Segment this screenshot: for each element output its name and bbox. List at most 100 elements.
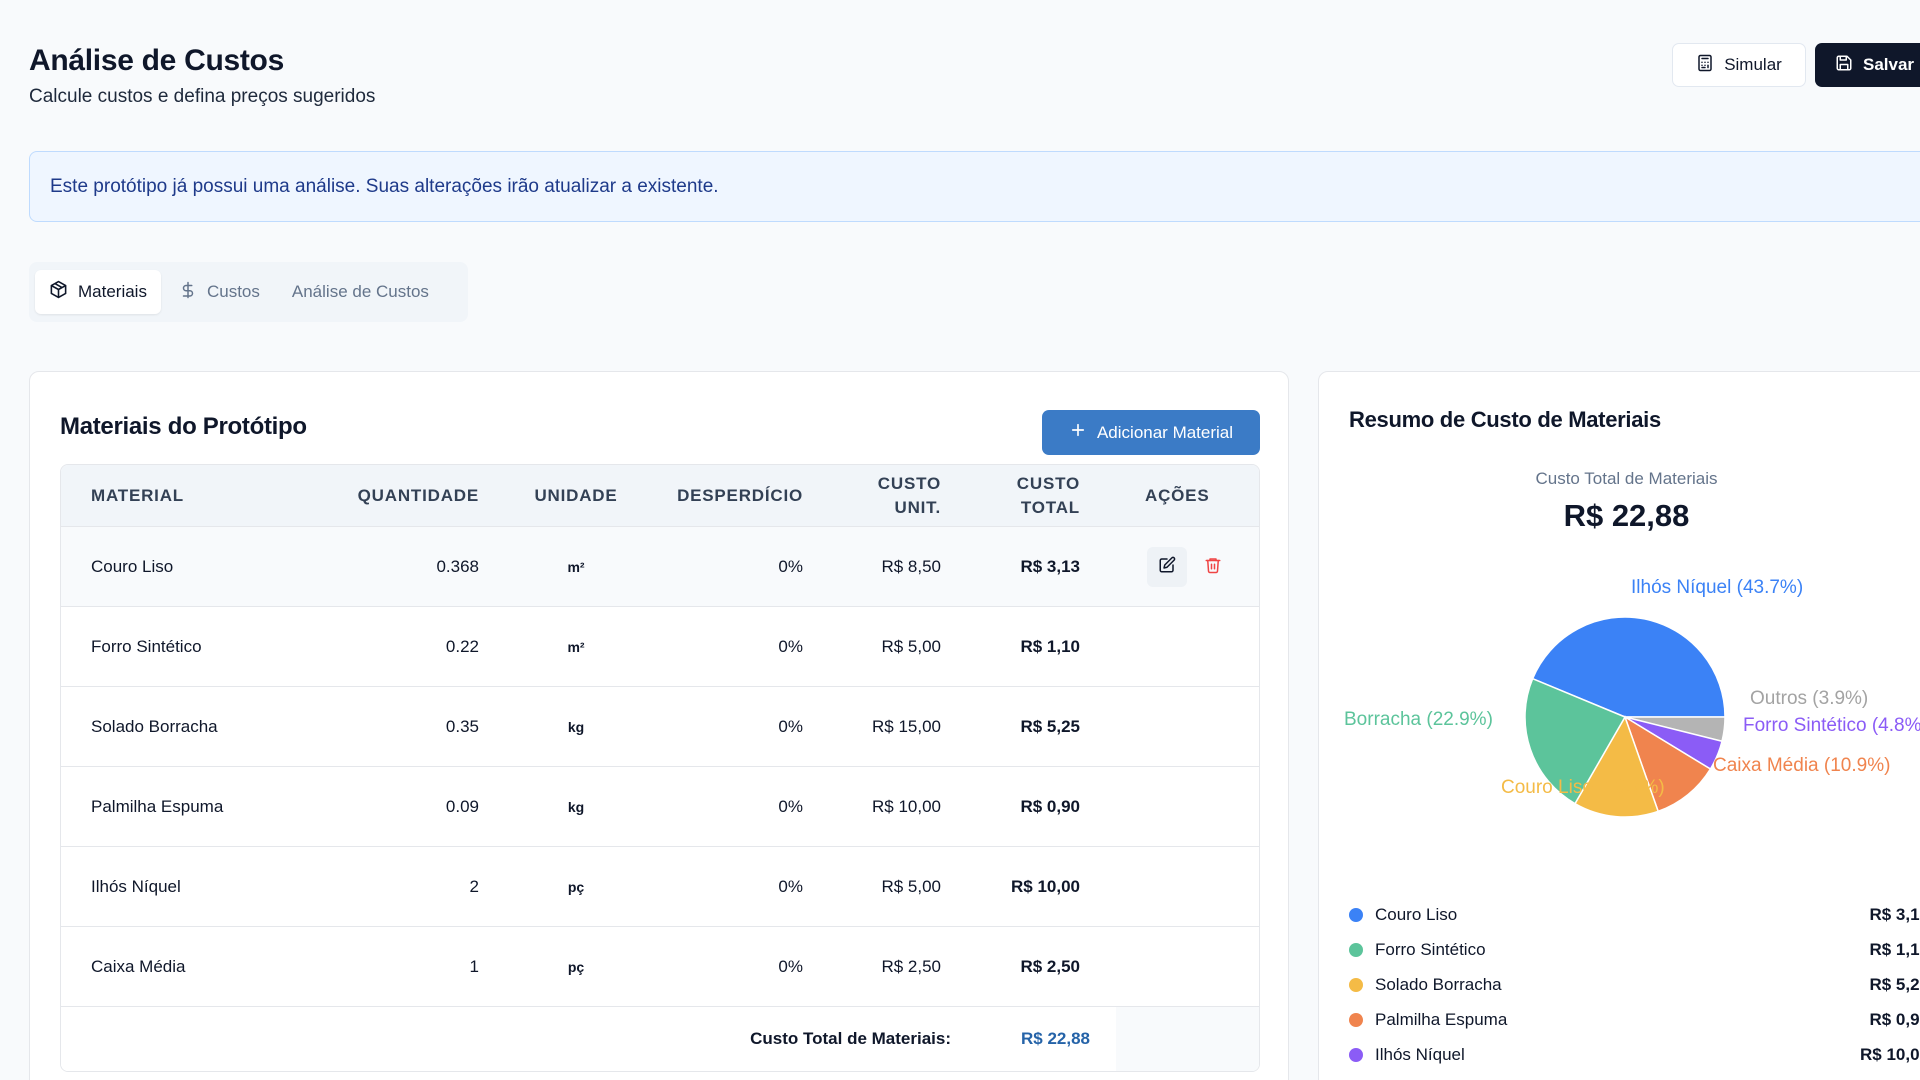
chart-legend: Couro Liso R$ 3,13 Forro Sintético R$ 1,10 S… [1349,897,1920,1080]
legend-dot [1349,1012,1363,1027]
col-total-cost: CUSTO TOTAL [961,465,1080,527]
legend-value: R$ 1,10 [1869,939,1920,959]
col-total-cost-line1: CUSTO [1016,474,1080,493]
cell-material: Caixa Média [91,957,186,976]
cell-total: R$ 5,25 [1020,717,1080,736]
simulate-button[interactable]: Simular [1672,43,1806,87]
dollar-icon [179,281,197,304]
materials-table: MATERIAL QUANTIDADE UNIDADE DESPERDÍCIO … [60,464,1260,1072]
tab-label: Materiais [78,282,147,301]
cell-unit: pç [567,959,585,975]
page-subtitle: Calcule custos e defina preços sugeridos [29,86,376,107]
card-title: Materiais do Protótipo [60,413,307,440]
pie-slice-label: Couro Liso (13.7%) [1501,777,1665,798]
page-title: Análise de Custos [29,44,284,77]
table-row: Ilhós Níquel 2 pç 0% R$ 5,00 R$ 10,00 [61,847,1259,927]
legend-label: Couro Liso [1375,904,1458,924]
cell-quantity: 0.09 [445,797,479,816]
cell-unit: m² [567,559,585,575]
table-row: Palmilha Espuma 0.09 kg 0% R$ 10,00 R$ 0… [61,767,1259,847]
footer-total-value: R$ 22,88 [1021,1029,1090,1048]
pie-slice-label: Forro Sintético (4.8%) [1743,715,1920,736]
cell-total: R$ 1,10 [1020,637,1080,656]
col-waste: DESPERDÍCIO [677,486,803,505]
cell-waste: 0% [778,557,803,576]
legend-dot [1349,977,1363,992]
alert-text: Este protótipo já possui uma análise. Su… [50,175,719,197]
summary-card: Resumo de Custo de Materiais Custo Total… [1318,371,1920,1080]
pie-slice-label: Caixa Média (10.9%) [1713,755,1891,776]
cell-material: Ilhós Níquel [91,877,181,896]
pie-slice-label: Outros (3.9%) [1750,688,1869,709]
cell-waste: 0% [778,957,803,976]
table-row: Couro Liso 0.368 m² 0% R$ 8,50 R$ 3,13 [61,527,1259,607]
cell-unit-cost: R$ 15,00 [872,717,941,736]
save-button[interactable]: Salvar [1815,43,1920,87]
save-icon [1835,54,1853,77]
legend-value: R$ 3,13 [1869,904,1920,924]
info-alert: Este protótipo já possui uma análise. Su… [29,151,1920,222]
pie-slice-label: Borracha (22.9%) [1344,709,1493,730]
footer-label: Custo Total de Materiais: [750,1029,951,1048]
edit-icon [1158,556,1176,579]
legend-item: Caixa MédiaR$ 2,50 [1349,1072,1920,1080]
cell-material: Solado Borracha [91,717,218,736]
col-unit-cost-line1: CUSTO [877,474,941,493]
simulate-label: Simular [1724,55,1782,74]
cell-unit-cost: R$ 10,00 [872,797,941,816]
col-unit-cost: CUSTO UNIT. [821,465,941,527]
save-label: Salvar [1863,55,1915,74]
cell-total: R$ 0,90 [1020,797,1080,816]
plus-icon [1069,421,1087,444]
table-row: Forro Sintético 0.22 m² 0% R$ 5,00 R$ 1,… [61,607,1259,687]
edit-button[interactable] [1147,547,1187,587]
cell-waste: 0% [778,877,803,896]
cell-unit: kg [567,799,585,815]
legend-item: Forro Sintético R$ 1,10 [1349,932,1920,967]
add-material-button[interactable]: Adicionar Material [1042,410,1260,455]
col-unit-cost-line2: UNIT. [894,498,941,517]
legend-value: R$ 10,00 [1860,1044,1920,1064]
cell-waste: 0% [778,797,803,816]
cell-total: R$ 2,50 [1020,957,1080,976]
cell-total: R$ 3,13 [1020,557,1080,576]
cell-unit: pç [567,879,585,895]
calculator-icon [1696,54,1714,77]
legend-item: Ilhós Níquel R$ 10,00 [1349,1037,1920,1072]
col-material: MATERIAL [91,486,184,505]
cell-quantity: 0.22 [445,637,479,656]
cell-material: Forro Sintético [91,637,202,656]
cell-material: Palmilha Espuma [91,797,224,816]
legend-label: Forro Sintético [1375,939,1486,959]
col-total-cost-line2: TOTAL [1020,498,1080,517]
legend-item: Solado Borracha R$ 5,25 [1349,967,1920,1002]
legend-item: Palmilha Espuma R$ 0,90 [1349,1002,1920,1037]
cell-unit: kg [567,719,585,735]
cell-unit-cost: R$ 5,00 [881,877,941,896]
table-header: MATERIAL QUANTIDADE UNIDADE DESPERDÍCIO … [61,465,1259,527]
delete-button[interactable] [1193,547,1233,587]
col-unit: UNIDADE [534,486,618,505]
legend-label: Solado Borracha [1375,974,1502,994]
cell-total: R$ 10,00 [1011,877,1080,896]
tab-list: Materiais Custos Análise de Custos [29,262,468,322]
tab-materiais[interactable]: Materiais [35,270,161,314]
legend-value: R$ 5,25 [1869,974,1920,994]
legend-label: Ilhós Níquel [1375,1044,1465,1064]
cell-unit-cost: R$ 8,50 [881,557,941,576]
cell-unit-cost: R$ 2,50 [881,957,941,976]
table-row: Caixa Média 1 pç 0% R$ 2,50 R$ 2,50 [61,927,1259,1007]
cell-quantity: 2 [469,877,479,896]
cell-quantity: 0.35 [445,717,479,736]
legend-label: Palmilha Espuma [1375,1009,1508,1029]
tab-label: Análise de Custos [291,282,429,301]
tab-analise-de-custos[interactable]: Análise de Custos [278,270,443,314]
pie-slice-label: Ilhós Níquel (43.7%) [1631,577,1804,598]
cell-unit: m² [567,639,585,655]
tab-custos[interactable]: Custos [165,270,274,314]
col-actions: AÇÕES [1145,486,1210,505]
legend-item: Couro Liso R$ 3,13 [1349,897,1920,932]
col-quantity: QUANTIDADE [357,486,479,505]
cell-waste: 0% [778,637,803,656]
footer-shade [1116,1007,1259,1071]
